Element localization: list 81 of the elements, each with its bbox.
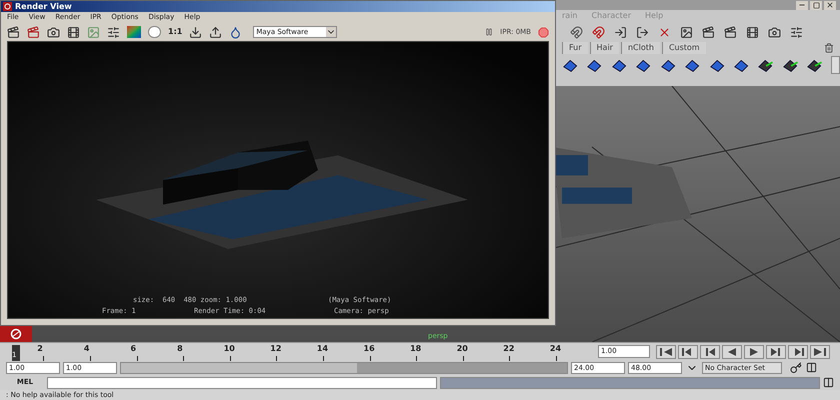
real-size-button[interactable]: 1:1	[168, 26, 182, 38]
shelf-scroll-buttons[interactable]	[830, 56, 840, 74]
magnet-icon[interactable]	[592, 26, 605, 38]
shelf-tool-icon[interactable]	[757, 57, 774, 73]
shelf-tool-icon[interactable]	[635, 57, 652, 73]
clapperboard-icon[interactable]	[724, 26, 737, 38]
frame-number: 8	[177, 342, 183, 354]
clapperboard-icon[interactable]	[7, 26, 20, 38]
sliders-icon[interactable]	[790, 26, 803, 38]
play-backward-icon	[726, 348, 738, 356]
shelf-tab[interactable]: Custom	[662, 42, 706, 54]
download-icon[interactable]	[189, 26, 202, 38]
step-back-frame-button[interactable]	[700, 344, 720, 358]
color-channel-icon[interactable]	[127, 26, 141, 38]
frame-number: 18	[410, 342, 422, 354]
pause-icon[interactable]	[485, 28, 494, 36]
frame-number: 2	[37, 342, 43, 354]
film-icon[interactable]	[746, 26, 759, 38]
shelf-tool-icon[interactable]	[610, 57, 628, 73]
image-icon[interactable]	[680, 26, 693, 38]
frame-number: 22	[503, 342, 514, 354]
range-slider-bar[interactable]	[121, 362, 358, 372]
frame-number: 6	[130, 342, 136, 354]
clapperboard-icon[interactable]	[27, 26, 40, 38]
shelf-tool-icon[interactable]	[684, 57, 701, 73]
alpha-channel-icon[interactable]	[148, 26, 161, 38]
trash-icon[interactable]	[824, 43, 834, 53]
droplet-icon[interactable]	[229, 26, 242, 38]
go-to-end-button[interactable]	[810, 344, 830, 358]
close-icon	[826, 1, 834, 9]
play-backward-button[interactable]	[722, 344, 742, 358]
go-to-start-icon	[660, 348, 672, 356]
step-forward-key-button[interactable]	[788, 344, 808, 358]
shelf-tool-icon[interactable]	[732, 57, 750, 73]
shelf-tool-icon[interactable]	[782, 57, 798, 73]
dropdown-arrow-icon	[326, 27, 336, 37]
window-title: Render View	[15, 0, 72, 12]
shelf-tool-icon[interactable]	[708, 57, 725, 73]
frame-number: 24	[550, 342, 562, 354]
maximize-button[interactable]	[810, 0, 822, 10]
input-icon[interactable]	[614, 26, 627, 38]
camera-icon[interactable]	[47, 26, 60, 38]
frame-number: 14	[316, 342, 328, 354]
frame-number: 16	[364, 342, 375, 354]
frame-number: 20	[456, 342, 468, 354]
cross-icon[interactable]	[658, 26, 671, 38]
minimize-button[interactable]	[796, 0, 808, 10]
key-icon[interactable]	[789, 362, 803, 374]
sliders-icon[interactable]	[107, 26, 120, 38]
go-to-end-icon	[814, 348, 826, 356]
range-slider[interactable]	[120, 362, 568, 374]
output-icon[interactable]	[636, 26, 649, 38]
play-forward-icon	[748, 348, 760, 356]
clapperboard-icon[interactable]	[702, 26, 715, 38]
film-icon[interactable]	[67, 26, 80, 38]
maximize-icon	[812, 2, 820, 8]
frame-number: 10	[224, 342, 235, 354]
shelf-tool-icon[interactable]	[586, 57, 603, 73]
go-to-start-button[interactable]	[656, 344, 676, 358]
magnet-icon[interactable]	[570, 26, 583, 38]
frame-number: 12	[270, 342, 282, 354]
shelf-tool-icon[interactable]	[660, 57, 676, 73]
frame-number: 4	[84, 342, 90, 354]
step-back-key-icon	[682, 348, 694, 356]
play-forward-button[interactable]	[744, 344, 764, 358]
camera-icon[interactable]	[768, 26, 781, 38]
step-back-frame-icon	[704, 348, 716, 356]
step-forward-frame-icon	[770, 348, 782, 356]
maya-logo-icon	[3, 2, 12, 11]
upload-icon[interactable]	[209, 26, 222, 38]
shelf-tab[interactable]: Hair	[590, 42, 619, 54]
close-button[interactable]	[824, 0, 836, 10]
stop-icon[interactable]	[538, 26, 549, 38]
step-forward-frame-button[interactable]	[766, 344, 786, 358]
step-forward-key-icon	[792, 348, 804, 356]
shelf-tab[interactable]: nCloth	[620, 42, 660, 54]
step-back-key-button[interactable]	[678, 344, 698, 358]
shelf-tool-icon[interactable]	[562, 57, 578, 73]
command-input-field[interactable]	[47, 376, 437, 388]
shelf-tab[interactable]: Fur	[562, 42, 588, 54]
shelf-tool-icon[interactable]	[806, 57, 823, 73]
